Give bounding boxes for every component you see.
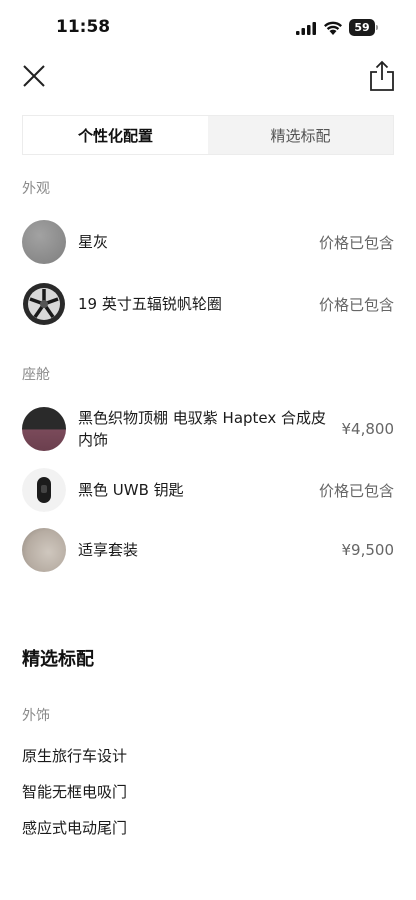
list-item-interior[interactable]: 黑色织物顶棚 电驭紫 Haptex 合成皮内饰 ¥4,800 (22, 407, 394, 451)
list-item-package[interactable]: 适享套装 ¥9,500 (22, 528, 394, 572)
list-item-key[interactable]: 黑色 UWB 钥匙 价格已包含 (22, 468, 394, 512)
section-label-exterior: 外观 (22, 181, 50, 197)
list-item-color[interactable]: 星灰 价格已包含 (22, 220, 394, 264)
key-fob-thumbnail (22, 468, 66, 512)
item-name: 适享套装 (78, 541, 139, 559)
tab-standard-features[interactable]: 精选标配 (208, 116, 393, 154)
item-name: 黑色织物顶棚 电驭紫 Haptex 合成皮内饰 (78, 409, 327, 449)
feature-item: 原生旅行车设计 (22, 747, 128, 765)
status-bar: 11:58 59 (0, 0, 416, 56)
package-thumbnail (22, 528, 66, 572)
feature-item: 感应式电动尾门 (22, 819, 128, 837)
cellular-signal-icon (296, 22, 316, 35)
item-name: 星灰 (78, 233, 109, 251)
item-name: 19 英寸五辐锐帆轮圈 (78, 295, 222, 313)
interior-thumbnail (22, 407, 66, 451)
item-name: 黑色 UWB 钥匙 (78, 481, 184, 499)
item-price: 价格已包含 (318, 233, 394, 252)
wheel-thumbnail (23, 283, 65, 325)
item-price: ¥4,800 (341, 420, 395, 438)
battery-level: 59 (349, 19, 375, 36)
section-label-exterior-trim: 外饰 (22, 708, 50, 724)
share-icon[interactable] (368, 60, 396, 92)
item-price: 价格已包含 (318, 481, 394, 500)
item-price: 价格已包含 (318, 295, 394, 314)
standard-features-heading: 精选标配 (22, 649, 94, 670)
color-swatch-thumbnail (22, 220, 66, 264)
list-item-wheels[interactable]: 19 英寸五辐锐帆轮圈 价格已包含 (22, 282, 394, 326)
item-price: ¥9,500 (341, 541, 395, 559)
tab-personalized-config[interactable]: 个性化配置 (23, 116, 208, 154)
battery-tip (376, 25, 378, 30)
feature-item: 智能无框电吸门 (22, 783, 128, 801)
tab-bar: 个性化配置 精选标配 (22, 115, 394, 155)
section-label-cabin: 座舱 (22, 367, 50, 383)
battery-icon: 59 (349, 19, 379, 36)
close-icon[interactable] (20, 62, 48, 90)
wifi-icon (324, 21, 342, 35)
status-time: 11:58 (56, 17, 111, 37)
